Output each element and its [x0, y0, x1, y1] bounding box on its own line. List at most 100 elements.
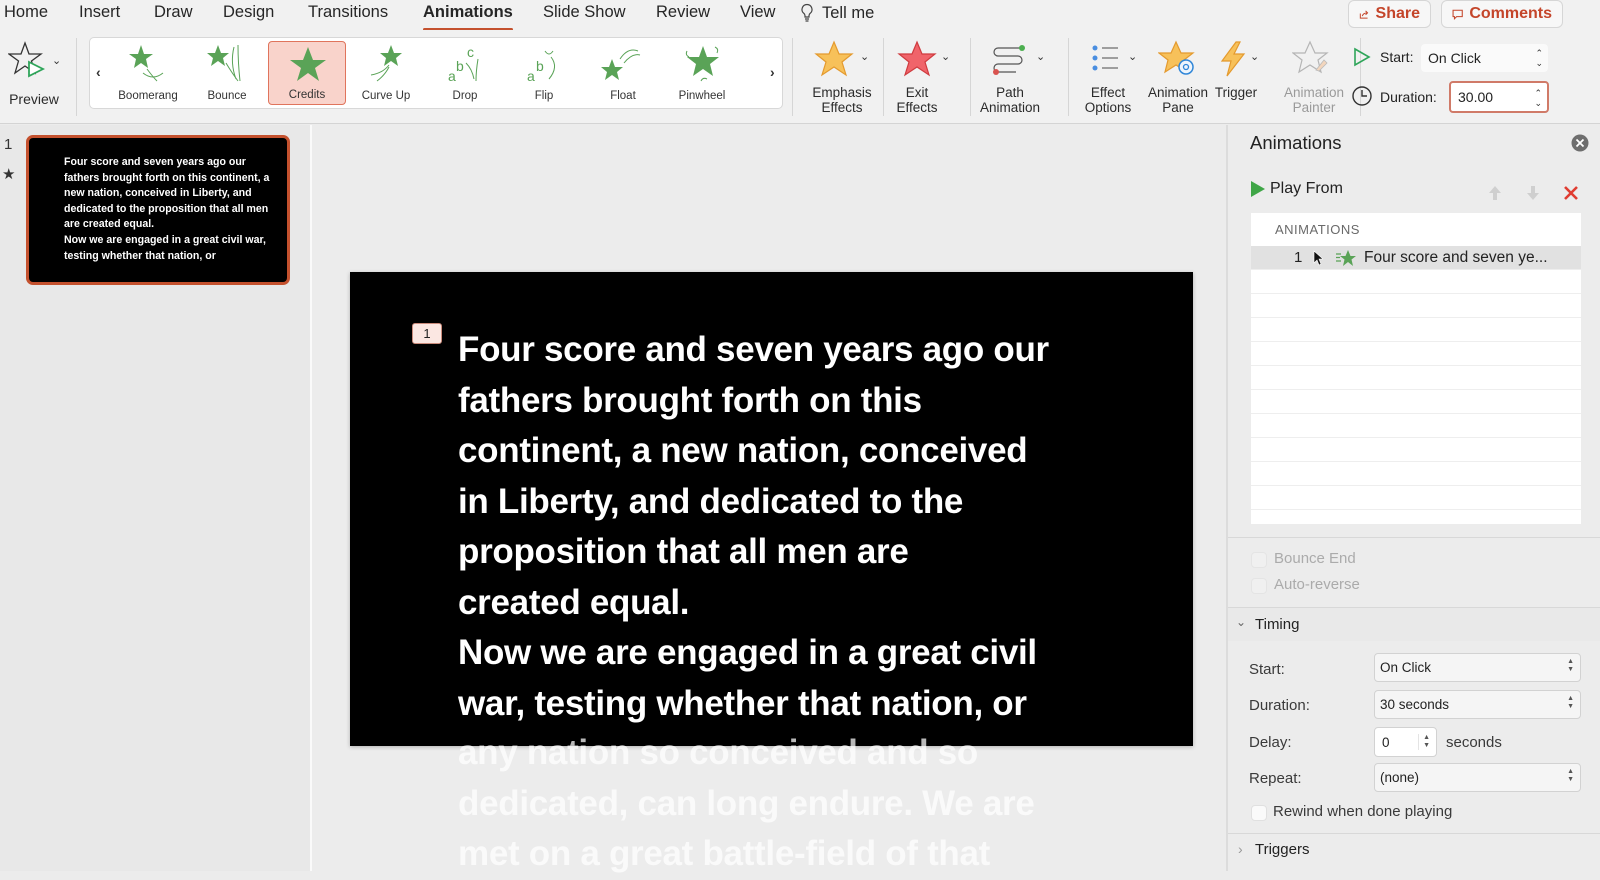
svg-text:b: b — [536, 58, 544, 74]
emphasis-effects-button[interactable]: ⌄ Emphasis Effects — [808, 40, 876, 118]
slide-number: 1 — [4, 136, 13, 153]
float-star-icon — [601, 49, 641, 80]
gallery-prev-icon[interactable]: ‹ — [96, 64, 101, 80]
duration-stepper-icon[interactable]: ⌃ ⌄ — [1534, 88, 1542, 108]
timing-delay-input[interactable]: 0 ▲ ▼ — [1374, 727, 1437, 757]
emphasis-label-line2: Effects — [821, 100, 863, 115]
exit-dropdown-icon: ⌄ — [941, 51, 951, 63]
move-down-icon[interactable] — [1525, 184, 1541, 202]
animation-order-tag[interactable]: 1 — [412, 323, 442, 344]
exit-label-line2: Effects — [896, 100, 938, 115]
share-label: Share — [1375, 5, 1420, 22]
preview-dropdown-icon[interactable]: ⌄ — [52, 54, 61, 69]
comments-button[interactable]: Comments — [1441, 0, 1563, 28]
delay-stepper-icon[interactable]: ▲ ▼ — [1418, 734, 1430, 750]
trigger-button[interactable]: ⌄ Trigger — [1212, 40, 1272, 118]
tab-transitions[interactable]: Transitions — [308, 3, 388, 22]
path-dropdown-icon: ⌄ — [1036, 51, 1046, 63]
emphasis-star-icon — [814, 40, 854, 77]
gallery-next-icon[interactable]: › — [770, 64, 775, 80]
timing-repeat-select[interactable]: (none) ▲ ▼ — [1374, 763, 1581, 792]
overflow-text-line: met on a great battle-field of that — [458, 834, 991, 873]
slide-text-line: continent, a new nation, conceived — [458, 431, 1028, 470]
credits-effect-star-icon — [1336, 250, 1356, 266]
gallery-item-curve-up[interactable]: Curve Up — [347, 41, 425, 105]
play-icon — [1251, 181, 1265, 197]
rewind-checkbox[interactable] — [1251, 805, 1267, 821]
pane-close-icon[interactable] — [1571, 134, 1589, 152]
start-select[interactable]: On Click ⌃ ⌄ — [1421, 44, 1548, 72]
duration-input[interactable]: 30.00 ⌃ ⌄ — [1449, 81, 1549, 113]
tab-design[interactable]: Design — [223, 3, 274, 22]
animation-list-item[interactable]: 1 Four score and seven ye... — [1251, 246, 1581, 270]
slide-thumbnail[interactable]: Four score and seven years ago our fathe… — [26, 135, 290, 285]
share-button[interactable]: Share — [1348, 0, 1431, 28]
animation-painter-button[interactable]: Animation Painter — [1282, 40, 1350, 118]
triggers-chevron-right-icon: › — [1238, 841, 1243, 857]
gallery-item-boomerang[interactable]: Boomerang — [109, 41, 187, 105]
timing-duration-select[interactable]: 30 seconds ▲ ▼ — [1374, 690, 1581, 719]
preview-button[interactable]: ⌄ Preview — [4, 40, 61, 110]
svg-text:c: c — [467, 44, 474, 60]
preview-star-icon — [8, 41, 46, 78]
gallery-item-label: Float — [610, 90, 636, 102]
slide-text-line: created equal. — [458, 582, 690, 622]
slide-text-box[interactable]: Four score and seven years ago our fathe… — [458, 325, 1158, 729]
tab-view[interactable]: View — [740, 3, 775, 22]
triggers-section-header[interactable]: › Triggers — [1228, 833, 1600, 867]
path-animation-button[interactable]: ⌄ Path Animation — [980, 40, 1060, 118]
timing-start-select[interactable]: On Click ▲ ▼ — [1374, 653, 1581, 682]
delete-animation-icon[interactable] — [1563, 185, 1579, 201]
bounce-end-checkbox[interactable] — [1251, 552, 1267, 568]
rewind-label: Rewind when done playing — [1273, 803, 1453, 820]
animation-indicator-star-icon: ★ — [2, 166, 16, 183]
exit-effects-button[interactable]: ⌄ Exit Effects — [895, 40, 963, 118]
tab-insert[interactable]: Insert — [79, 3, 120, 22]
tab-slide-show[interactable]: Slide Show — [543, 3, 626, 22]
gallery-item-float[interactable]: Float — [584, 41, 662, 105]
svg-text:b: b — [456, 58, 464, 74]
gallery-item-label: Bounce — [207, 90, 247, 102]
exit-star-icon — [897, 40, 937, 77]
select-arrows-icon: ▲ ▼ — [1567, 658, 1574, 673]
tab-draw[interactable]: Draw — [154, 3, 193, 22]
gallery-item-label: Boomerang — [118, 90, 178, 102]
timing-start-label: Start: — [1249, 661, 1285, 678]
gallery-item-drop[interactable]: a b c Drop — [426, 41, 504, 105]
effect-options-dropdown-icon: ⌄ — [1128, 51, 1138, 63]
comment-icon — [1452, 9, 1463, 20]
start-play-icon — [1354, 47, 1371, 67]
auto-reverse-checkbox[interactable] — [1251, 578, 1267, 594]
trigger-label: Trigger — [1214, 85, 1258, 100]
timing-duration-value: 30 seconds — [1380, 697, 1450, 712]
gallery-item-flip[interactable]: a b Flip — [505, 41, 583, 105]
select-arrows-icon: ▲ ▼ — [1567, 768, 1574, 783]
gallery-item-label: Curve Up — [361, 90, 411, 102]
gallery-item-credits[interactable]: Credits — [268, 41, 346, 105]
select-arrows-icon: ▲ ▼ — [1567, 695, 1574, 710]
gallery-item-label: Credits — [288, 89, 326, 101]
comments-label: Comments — [1469, 5, 1552, 22]
animation-pane-button[interactable]: Animation Pane — [1144, 40, 1212, 118]
effect-options-label-line1: Effect — [1090, 85, 1126, 100]
gallery-item-pinwheel[interactable]: Pinwheel — [663, 41, 741, 105]
lightning-icon — [1220, 41, 1246, 77]
bounce-end-label: Bounce End — [1274, 550, 1356, 567]
timing-section-header[interactable]: ⌄ Timing — [1228, 607, 1600, 641]
tell-me-search[interactable]: Tell me — [800, 3, 874, 23]
play-from-button[interactable]: Play From — [1250, 180, 1343, 198]
tab-animations[interactable]: Animations — [423, 3, 513, 31]
tab-review[interactable]: Review — [656, 3, 710, 22]
effect-options-button[interactable]: ⌄ Effect Options — [1078, 40, 1142, 118]
tab-home[interactable]: Home — [4, 3, 48, 22]
timing-duration-label: Duration: — [1249, 697, 1310, 714]
timing-delay-unit: seconds — [1446, 734, 1502, 751]
timing-repeat-label: Repeat: — [1249, 770, 1302, 787]
gallery-item-bounce[interactable]: Bounce — [188, 41, 266, 105]
overflow-text-line: any nation so conceived and so — [458, 733, 979, 772]
slide-text-line: fathers brought forth on this — [458, 380, 922, 420]
start-stepper-icon: ⌃ ⌄ — [1535, 48, 1543, 68]
preview-label: Preview — [9, 91, 59, 107]
thumbnail-text: Four score and seven years ago our fathe… — [32, 141, 284, 279]
move-up-icon[interactable] — [1487, 184, 1503, 202]
